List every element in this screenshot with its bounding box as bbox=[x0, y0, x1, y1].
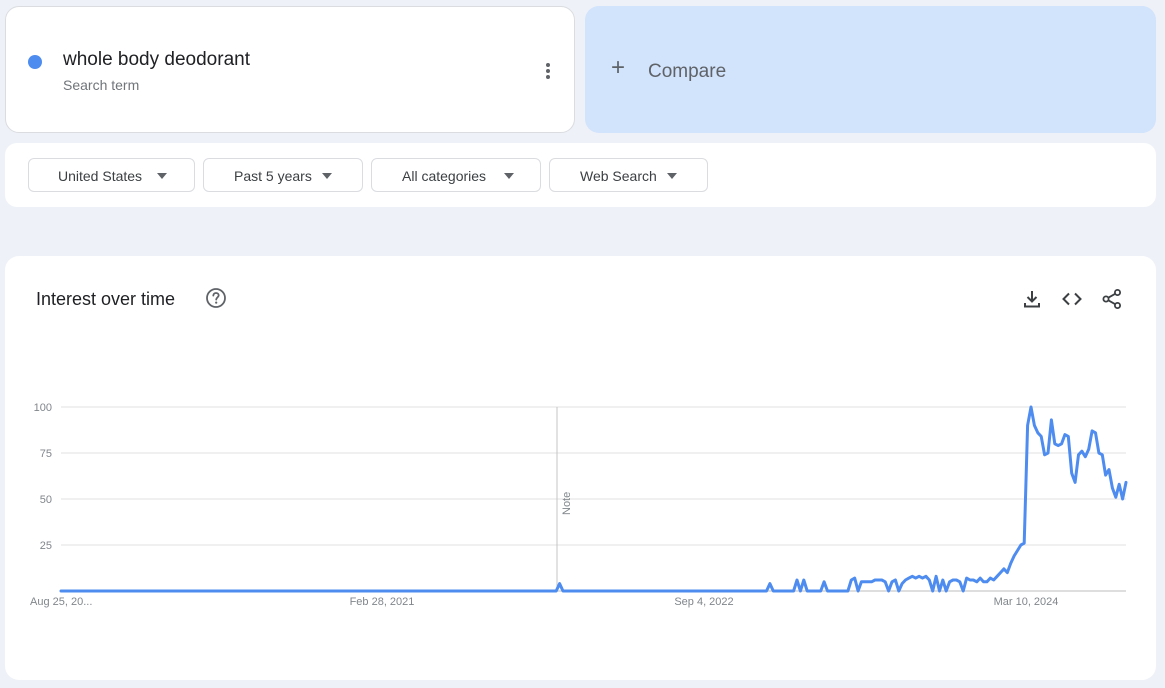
search-term-name[interactable]: whole body deodorant bbox=[63, 49, 250, 71]
filter-bar: United States Past 5 years All categorie… bbox=[5, 143, 1156, 207]
plus-icon: + bbox=[611, 54, 626, 81]
compare-label: Compare bbox=[648, 61, 727, 82]
x-tick-label: Feb 28, 2021 bbox=[350, 596, 415, 608]
search-type-dropdown[interactable]: Web Search bbox=[549, 158, 708, 192]
interest-over-time-panel: Interest over time 100 75 50 25 Aug 25, 20.… bbox=[5, 256, 1156, 680]
chevron-down-icon bbox=[157, 173, 167, 179]
search-type-dropdown-label: Web Search bbox=[580, 168, 657, 184]
interest-over-time-chart: 100 75 50 25 Aug 25, 20... Feb 28, 2021 Sep 4… bbox=[30, 402, 1128, 608]
y-tick-label: 50 bbox=[40, 494, 52, 506]
chevron-down-icon bbox=[667, 173, 677, 179]
region-dropdown[interactable]: United States bbox=[28, 158, 195, 192]
region-dropdown-label: United States bbox=[58, 168, 143, 184]
search-term-subtitle: Search term bbox=[63, 77, 140, 93]
x-tick-label: Mar 10, 2024 bbox=[994, 596, 1059, 608]
y-tick-label: 25 bbox=[40, 540, 52, 552]
note-marker-label[interactable]: Note bbox=[561, 492, 573, 515]
series-color-dot bbox=[28, 55, 42, 69]
more-options-icon[interactable] bbox=[538, 61, 558, 81]
time-range-dropdown[interactable]: Past 5 years bbox=[203, 158, 363, 192]
chevron-down-icon bbox=[322, 173, 332, 179]
search-term-card[interactable]: whole body deodorant Search term bbox=[5, 6, 575, 133]
chevron-down-icon bbox=[504, 173, 514, 179]
compare-button[interactable]: + Compare bbox=[585, 6, 1156, 133]
category-dropdown-label: All categories bbox=[402, 168, 487, 184]
y-tick-label: 100 bbox=[34, 402, 52, 414]
time-range-dropdown-label: Past 5 years bbox=[234, 168, 312, 184]
category-dropdown[interactable]: All categories bbox=[371, 158, 541, 192]
y-tick-label: 75 bbox=[40, 448, 52, 460]
x-tick-label: Aug 25, 20... bbox=[30, 596, 92, 608]
x-tick-label: Sep 4, 2022 bbox=[674, 596, 733, 608]
